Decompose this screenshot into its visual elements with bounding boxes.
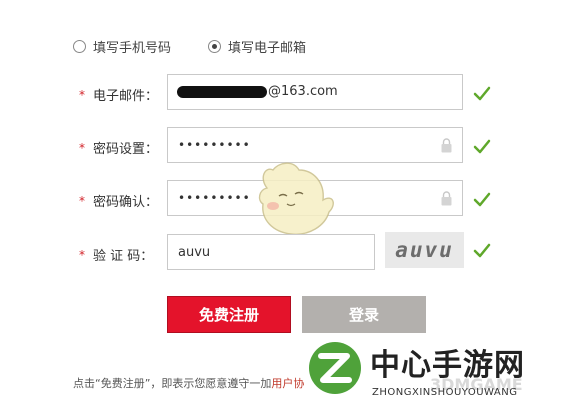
password-label: 密码设置： [93,142,159,157]
radio-phone-circle[interactable] [73,40,86,53]
agreement-text: 点击“免费注册”，即表示您愿意遵守一加用户协 [73,375,304,391]
email-label: 电子邮件： [93,89,159,104]
password-value: ••••••••• [178,138,251,152]
captcha-input-text[interactable] [168,235,374,269]
captcha-valid-check-icon [473,243,491,258]
watermark-logo-icon [309,342,361,394]
password-field[interactable]: ••••••••• [167,127,463,163]
confirm-value: ••••••••• [178,191,251,205]
required-mark: * [79,248,85,262]
email-valid-check-icon [473,86,491,101]
required-mark: * [79,141,85,155]
radio-email[interactable]: 填写电子邮箱 [208,37,306,56]
user-agreement-link[interactable]: 用户协 [271,377,304,390]
lock-icon [441,191,452,206]
captcha-label: 验 证 码： [93,249,154,264]
radio-phone-label: 填写手机号码 [93,41,172,56]
email-value: @163.com [268,84,338,99]
email-field[interactable]: @163.com [167,74,463,110]
radio-email-circle[interactable] [208,40,221,53]
email-redaction [177,85,267,98]
watermark-url: ZHONGXINSHOUYOUWANG [372,387,518,398]
captcha-input[interactable] [167,234,375,270]
mascot-illustration [258,162,334,235]
required-mark: * [79,88,85,102]
password-valid-check-icon [473,139,491,154]
radio-phone[interactable]: 填写手机号码 [73,37,171,56]
confirm-valid-check-icon [473,192,491,207]
login-button[interactable]: 登录 [302,296,426,333]
required-mark: * [79,194,85,208]
register-button[interactable]: 免费注册 [167,296,291,333]
confirm-label: 密码确认： [93,195,159,210]
agreement-prefix: 点击“免费注册”，即表示您愿意遵守一加 [73,377,272,390]
lock-icon [441,138,452,153]
captcha-image[interactable]: auvu [385,232,464,268]
radio-email-label: 填写电子邮箱 [228,41,307,56]
